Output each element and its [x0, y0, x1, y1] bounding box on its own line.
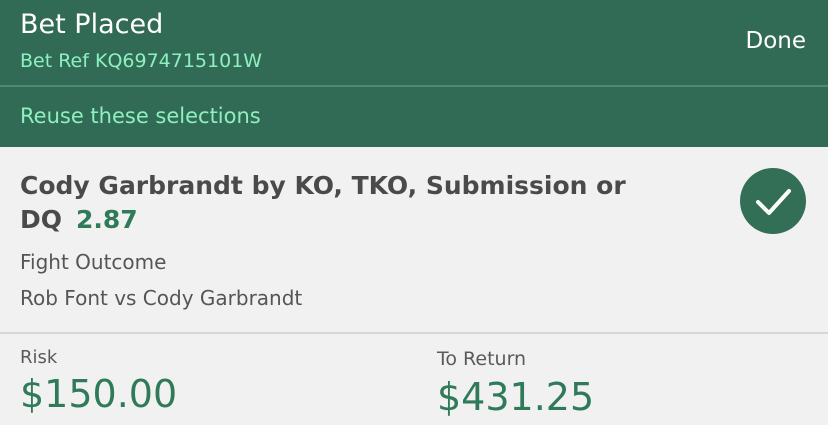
checkmark-icon [740, 168, 806, 234]
bet-confirmation-screen: Bet Placed Bet Ref KQ6974715101W Done Re… [0, 0, 828, 425]
return-amount: $431.25 [437, 375, 595, 419]
market-name: Fight Outcome [20, 250, 167, 274]
risk-amount: $150.00 [20, 372, 178, 416]
checkmark-glyph [756, 189, 791, 215]
selection-title: Cody Garbrandt by KO, TKO, Submission or… [20, 169, 710, 237]
reuse-selections-bar: Reuse these selections [0, 87, 828, 147]
return-label: To Return [437, 348, 527, 370]
bet-totals: Risk $150.00 To Return $431.25 [0, 334, 828, 425]
reuse-selections-link[interactable]: Reuse these selections [20, 102, 261, 130]
event-name: Rob Font vs Cody Garbrandt [20, 286, 303, 310]
risk-label: Risk [20, 347, 58, 368]
page-title: Bet Placed [20, 9, 164, 40]
bet-reference: Bet Ref KQ6974715101W [20, 50, 263, 72]
done-button[interactable]: Done [745, 26, 806, 56]
bet-selection-card: Cody Garbrandt by KO, TKO, Submission or… [0, 147, 828, 332]
bet-placed-header: Bet Placed Bet Ref KQ6974715101W Done [0, 0, 828, 85]
selection-odds: 2.87 [76, 205, 138, 234]
